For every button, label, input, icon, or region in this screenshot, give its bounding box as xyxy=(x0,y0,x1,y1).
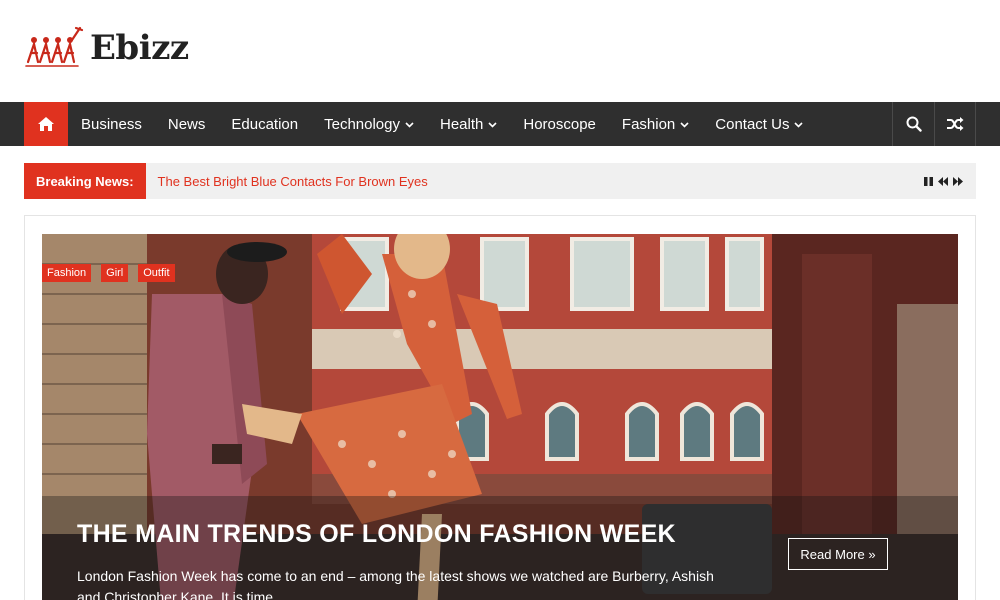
tag-fashion[interactable]: Fashion xyxy=(42,264,92,282)
nav-item-label: Health xyxy=(440,115,484,133)
nav-item-label: Technology xyxy=(324,115,400,133)
nav-item-business[interactable]: Business xyxy=(68,102,155,146)
nav-item-label: Horoscope xyxy=(523,115,596,133)
featured-post-excerpt: London Fashion Week has come to an end –… xyxy=(77,568,714,600)
featured-image[interactable]: Fashion Girl Outfit The Main Trends of Lon… xyxy=(42,234,958,600)
breaking-news-headline[interactable]: The Best Bright Blue Contacts For Brown … xyxy=(158,174,428,189)
nav-item-education[interactable]: Education xyxy=(218,102,311,146)
shuffle-icon xyxy=(947,117,964,131)
nav-item-label: News xyxy=(167,115,206,133)
pause-icon[interactable] xyxy=(923,176,934,187)
chevron-down-icon xyxy=(488,121,497,128)
tag-girl[interactable]: Girl xyxy=(101,264,129,282)
ticker-controls xyxy=(923,176,964,187)
search-icon xyxy=(906,116,922,132)
nav-item-horoscope[interactable]: Horoscope xyxy=(510,102,609,146)
previous-icon[interactable] xyxy=(937,176,949,187)
chevron-down-icon xyxy=(405,121,414,128)
nav-menu: Business News Education Technology Health Hor… xyxy=(68,102,816,146)
nav-item-health[interactable]: Health xyxy=(427,102,510,146)
nav-item-label: Business xyxy=(81,115,142,133)
nav-item-label: Fashion xyxy=(621,115,676,133)
breaking-news-label: Breaking News: xyxy=(24,163,146,199)
site-logo[interactable]: Ebizz xyxy=(24,24,189,72)
nav-item-news[interactable]: News xyxy=(155,102,219,146)
home-icon xyxy=(38,117,54,131)
read-more-button[interactable]: Read More » xyxy=(788,538,888,570)
featured-post-title[interactable]: The Main Trends of London Fashion Week xyxy=(77,520,676,549)
post-tags: Fashion Girl Outfit xyxy=(42,264,175,282)
site-header: Ebizz xyxy=(0,0,1000,102)
nav-item-label: Education xyxy=(231,115,299,133)
search-button[interactable] xyxy=(892,102,934,146)
nav-item-fashion[interactable]: Fashion xyxy=(609,102,702,146)
main-nav: Business News Education Technology Health Hor… xyxy=(0,102,1000,146)
tag-outfit[interactable]: Outfit xyxy=(138,264,175,282)
breaking-news-bar: Breaking News: The Best Bright Blue Cont… xyxy=(24,163,976,199)
next-icon[interactable] xyxy=(952,176,964,187)
nav-item-technology[interactable]: Technology xyxy=(311,102,427,146)
featured-post-card: Fashion Girl Outfit The Main Trends of Lon… xyxy=(24,215,976,600)
home-button[interactable] xyxy=(24,102,68,146)
nav-item-contact-us[interactable]: Contact Us xyxy=(702,102,816,146)
chevron-down-icon xyxy=(680,121,689,128)
nav-actions xyxy=(892,102,1000,146)
chevron-down-icon xyxy=(794,121,804,128)
random-post-button[interactable] xyxy=(934,102,976,146)
site-name: Ebizz xyxy=(90,28,189,68)
logo-icon xyxy=(25,26,84,67)
nav-item-label: Contact Us xyxy=(715,115,790,133)
